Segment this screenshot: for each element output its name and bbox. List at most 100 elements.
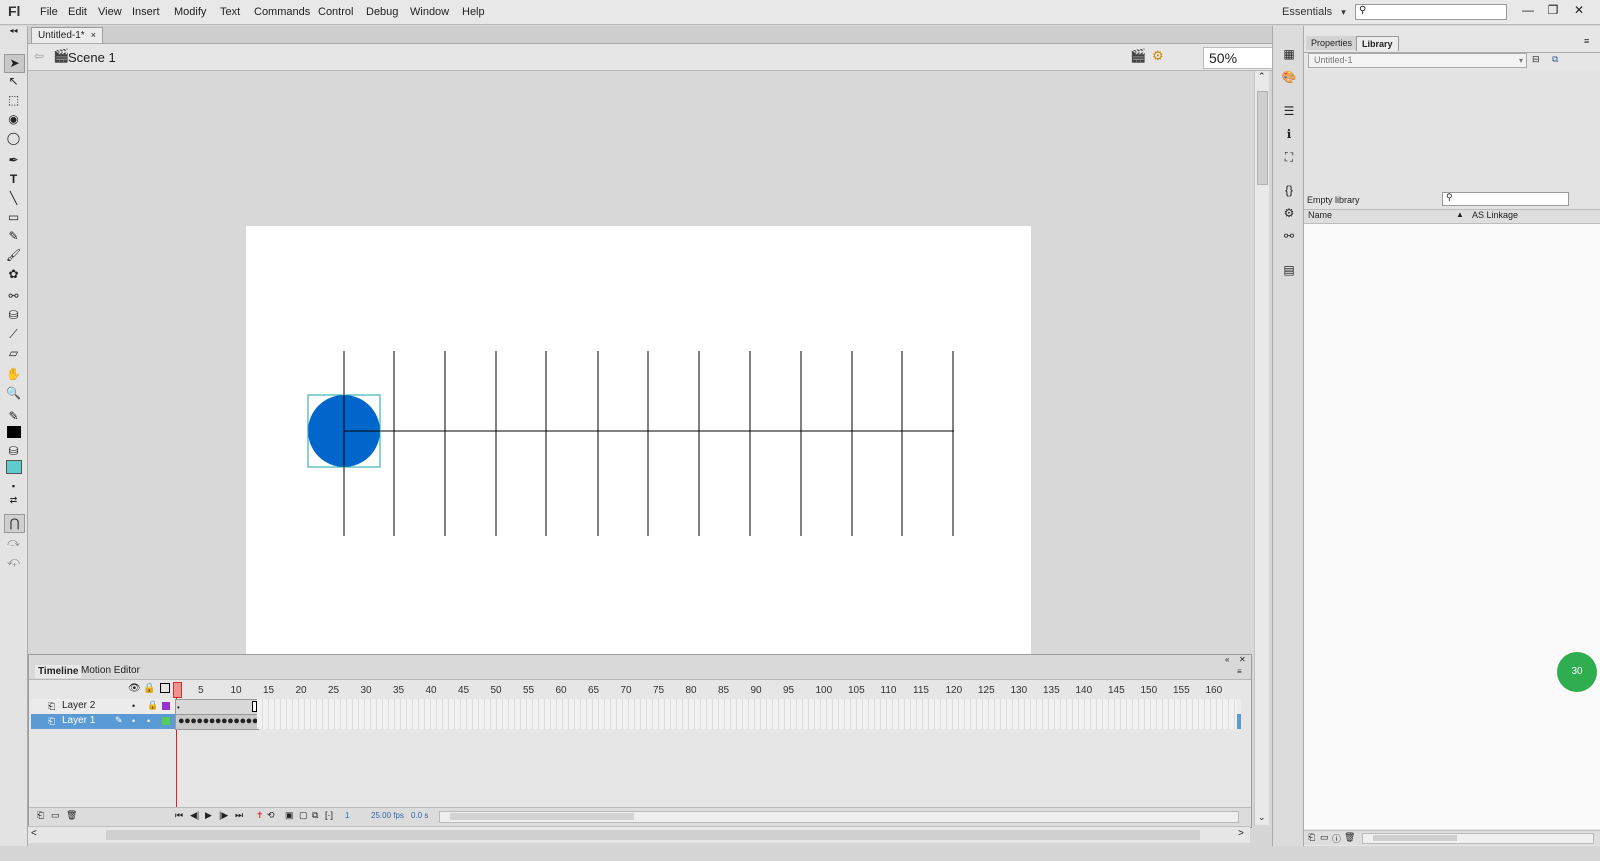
- onion-outlines-icon[interactable]: ▢: [299, 810, 308, 821]
- menu-edit[interactable]: Edit: [68, 6, 87, 18]
- scrollbar-thumb[interactable]: [106, 830, 1200, 840]
- document-tab[interactable]: Untitled-1* ×: [31, 27, 103, 43]
- layer-color-swatch[interactable]: [162, 702, 170, 710]
- playhead[interactable]: [173, 682, 182, 698]
- visibility-dot[interactable]: •: [132, 701, 135, 711]
- new-symbol-icon[interactable]: ⎗: [1308, 832, 1315, 843]
- tab-library[interactable]: Library: [1356, 36, 1399, 51]
- library-document-select[interactable]: Untitled-1 ▾: [1308, 53, 1527, 68]
- scroll-right-icon[interactable]: >: [1238, 828, 1244, 839]
- search-input[interactable]: ⚲: [1355, 4, 1507, 20]
- center-frame-icon[interactable]: ✝: [256, 810, 264, 821]
- menu-control[interactable]: Control: [318, 6, 353, 18]
- restore-button[interactable]: ❐: [1542, 2, 1564, 18]
- scrollbar-thumb[interactable]: [1373, 835, 1457, 841]
- menu-file[interactable]: File: [40, 6, 58, 18]
- new-library-icon[interactable]: ⧉: [1552, 54, 1558, 65]
- stroke-color-icon[interactable]: ✎: [4, 408, 23, 425]
- lock-dot[interactable]: •: [147, 716, 150, 726]
- components-icon[interactable]: ⚙: [1281, 205, 1297, 221]
- text-tool-icon[interactable]: T: [4, 171, 23, 188]
- hand-tool-icon[interactable]: ✋: [4, 366, 23, 383]
- delete-icon[interactable]: 🗑: [1344, 832, 1355, 843]
- frame-ruler[interactable]: 1510152025303540455055606570758085909510…: [29, 655, 1251, 699]
- line-tool-icon[interactable]: ╲: [4, 190, 23, 207]
- menu-modify[interactable]: Modify: [174, 6, 206, 18]
- notification-badge[interactable]: 30: [1557, 652, 1597, 692]
- horizontal-scrollbar[interactable]: < >: [28, 826, 1250, 843]
- visibility-dot[interactable]: •: [132, 716, 135, 726]
- lock-icon[interactable]: 🔒: [147, 700, 158, 711]
- scrollbar-thumb[interactable]: [1257, 91, 1268, 185]
- align-icon[interactable]: ☰: [1281, 103, 1297, 119]
- step-forward-icon[interactable]: |▶: [219, 810, 228, 821]
- eyedropper-tool-icon[interactable]: ⟋: [4, 326, 23, 343]
- play-icon[interactable]: ▶: [205, 810, 212, 821]
- frame-rate[interactable]: 25.00 fps: [371, 811, 404, 820]
- menu-debug[interactable]: Debug: [366, 6, 398, 18]
- new-layer-icon[interactable]: ⎗: [37, 810, 44, 821]
- code-snippets-icon[interactable]: {}: [1281, 182, 1297, 198]
- fill-color-swatch[interactable]: [4, 458, 23, 475]
- first-frame-icon[interactable]: ⏮: [175, 810, 183, 821]
- workspace-selector[interactable]: Essentials ▾: [1282, 6, 1346, 18]
- current-frame[interactable]: 1: [345, 811, 349, 820]
- library-hscroll[interactable]: [1362, 833, 1594, 844]
- scroll-down-icon[interactable]: ⌄: [1258, 812, 1266, 823]
- menu-help[interactable]: Help: [462, 6, 485, 18]
- panel-menu-icon[interactable]: ≡: [1584, 36, 1589, 46]
- eraser-tool-icon[interactable]: ▱: [4, 345, 23, 362]
- library-list[interactable]: [1304, 224, 1600, 829]
- history-icon[interactable]: ▤: [1281, 262, 1297, 278]
- keyframe-span[interactable]: •: [175, 699, 259, 715]
- edit-symbols-icon[interactable]: ⚙: [1152, 48, 1164, 64]
- collapse-icon[interactable]: ◂◂: [4, 27, 23, 44]
- scroll-up-icon[interactable]: ⌃: [1258, 71, 1266, 82]
- pencil-tool-icon[interactable]: ✎: [4, 228, 23, 245]
- layer-color-swatch[interactable]: [162, 717, 170, 725]
- frame-grid[interactable]: [257, 699, 1237, 729]
- motion-presets-icon[interactable]: ⚯: [1281, 228, 1297, 244]
- snap-to-objects-icon[interactable]: ⋂: [4, 514, 25, 533]
- step-back-icon[interactable]: ◀|: [190, 810, 199, 821]
- paint-bucket-tool-icon[interactable]: ⛁: [4, 307, 23, 324]
- column-name[interactable]: Name: [1308, 210, 1332, 220]
- rectangle-tool-icon[interactable]: ▭: [4, 209, 23, 226]
- timeline-hscroll[interactable]: [439, 811, 1239, 823]
- delete-layer-icon[interactable]: 🗑: [66, 810, 77, 821]
- layer-name[interactable]: Layer 2: [62, 700, 95, 711]
- modify-markers-icon[interactable]: [·]: [325, 810, 333, 820]
- sort-icon[interactable]: ▲: [1456, 210, 1464, 219]
- align-panel-icon[interactable]: ▦: [1281, 46, 1297, 62]
- edit-multiple-frames-icon[interactable]: ⧉: [312, 810, 318, 821]
- menu-window[interactable]: Window: [410, 6, 449, 18]
- keyframe-span[interactable]: ●●●●●●●●●●●●●: [175, 714, 259, 730]
- tab-properties[interactable]: Properties: [1306, 36, 1358, 50]
- menu-view[interactable]: View: [98, 6, 122, 18]
- menu-text[interactable]: Text: [220, 6, 240, 18]
- free-transform-tool-icon[interactable]: ⬚: [4, 92, 23, 109]
- swap-colors-icon[interactable]: ⇄: [4, 492, 23, 509]
- library-search-input[interactable]: ⚲: [1442, 192, 1569, 206]
- brush-tool-icon[interactable]: 🖌: [4, 247, 23, 264]
- column-as-linkage[interactable]: AS Linkage: [1472, 210, 1518, 220]
- color-panel-icon[interactable]: 🎨: [1281, 69, 1297, 85]
- pin-icon[interactable]: ⊟: [1532, 54, 1540, 65]
- straighten-icon[interactable]: ⤽: [4, 553, 23, 570]
- scroll-left-icon[interactable]: <: [31, 828, 37, 839]
- selection-tool-icon[interactable]: ➤: [4, 54, 25, 73]
- new-folder-icon[interactable]: ▭: [1320, 832, 1329, 843]
- layer-name[interactable]: Layer 1: [62, 715, 95, 726]
- new-folder-icon[interactable]: ▭: [51, 810, 60, 821]
- pasteboard[interactable]: [28, 71, 1254, 654]
- info-icon[interactable]: ℹ: [1281, 126, 1297, 142]
- subselection-tool-icon[interactable]: ↖: [4, 73, 23, 90]
- back-arrow-icon[interactable]: ⇦: [34, 49, 44, 63]
- transform-icon[interactable]: ⛶: [1281, 149, 1297, 165]
- scrollbar-thumb[interactable]: [450, 813, 634, 820]
- smooth-icon[interactable]: ⤼: [4, 534, 23, 551]
- last-frame-icon[interactable]: ⏭: [235, 810, 243, 821]
- close-icon[interactable]: ×: [91, 30, 96, 40]
- bone-tool-icon[interactable]: ⚯: [4, 288, 23, 305]
- edit-scene-icon[interactable]: 🎬: [1130, 48, 1146, 64]
